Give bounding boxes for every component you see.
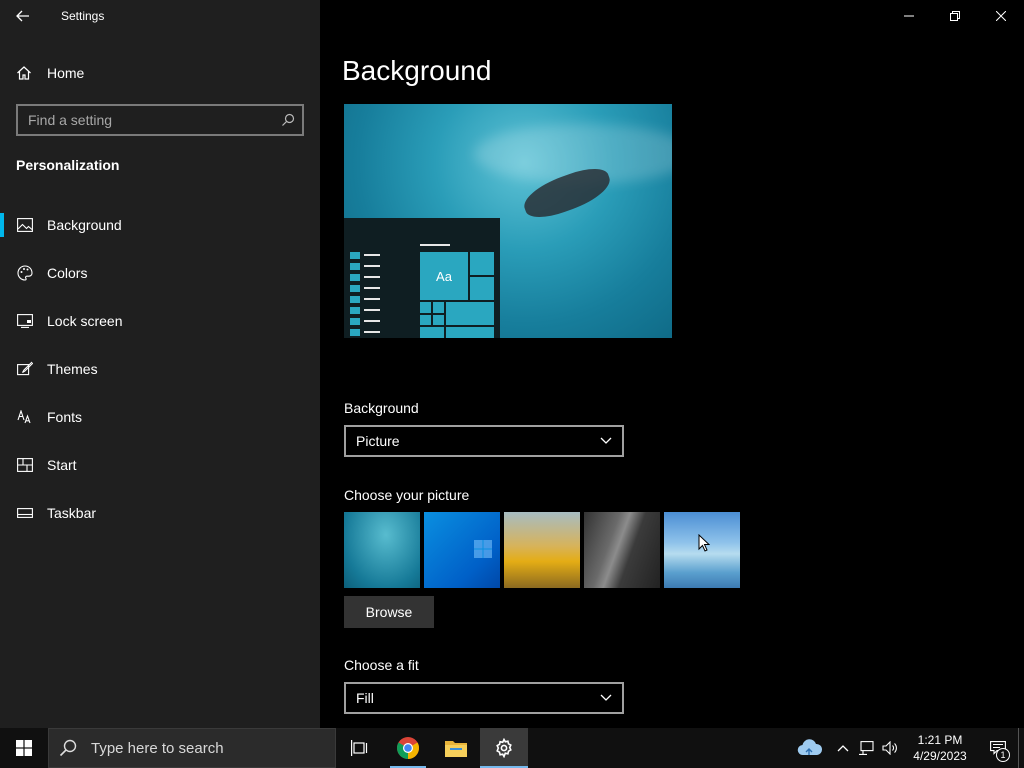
background-type-dropdown[interactable]: Picture	[344, 425, 624, 457]
taskbar-icon	[16, 504, 34, 522]
title-bar: Settings	[0, 0, 320, 32]
taskbar-clock[interactable]: 1:21 PM 4/29/2023	[902, 728, 978, 768]
sidebar-item-colors[interactable]: Colors	[0, 249, 320, 297]
network-icon	[859, 741, 874, 755]
sidebar-item-themes[interactable]: Themes	[0, 345, 320, 393]
speaker-icon	[882, 741, 897, 755]
close-icon	[996, 11, 1006, 21]
file-explorer-taskbar-button[interactable]	[432, 728, 480, 768]
lock-screen-icon	[16, 312, 34, 330]
sidebar-item-label: Taskbar	[47, 505, 97, 521]
find-setting-search-box[interactable]	[16, 104, 304, 136]
sidebar-item-label: Fonts	[47, 409, 83, 425]
fit-value: Fill	[356, 690, 374, 706]
start-button[interactable]	[0, 728, 48, 768]
minimize-button[interactable]	[886, 0, 932, 32]
mouse-cursor-icon	[698, 534, 710, 552]
picture-thumbnail-windows-blue[interactable]	[424, 512, 500, 588]
restore-button[interactable]	[932, 0, 978, 32]
search-icon	[59, 739, 77, 757]
search-icon[interactable]	[274, 106, 302, 134]
back-arrow-icon	[16, 10, 29, 22]
choose-fit-label: Choose a fit	[344, 657, 419, 673]
windows-logo-icon	[474, 540, 492, 558]
sidebar-item-label: Lock screen	[47, 313, 123, 329]
sidebar-item-label: Start	[47, 457, 77, 473]
chevron-down-icon	[600, 437, 612, 444]
volume-button[interactable]	[878, 728, 902, 768]
page-title: Background	[342, 55, 492, 86]
font-icon	[16, 408, 34, 426]
sidebar-item-label: Background	[47, 217, 122, 233]
sidebar-item-label: Colors	[47, 265, 88, 281]
palette-icon	[16, 264, 34, 282]
home-nav-item[interactable]: Home	[0, 57, 320, 89]
brush-icon	[16, 360, 34, 378]
task-view-button[interactable]	[336, 728, 384, 768]
sidebar-item-fonts[interactable]: Fonts	[0, 393, 320, 441]
folder-icon	[445, 741, 467, 757]
background-type-value: Picture	[356, 433, 400, 449]
home-icon	[17, 66, 31, 80]
picture-thumbnails	[344, 512, 740, 588]
show-hidden-icons-button[interactable]	[832, 728, 854, 768]
onedrive-button[interactable]	[788, 728, 832, 768]
sidebar-item-background[interactable]: Background	[0, 201, 320, 249]
find-setting-input[interactable]	[18, 112, 274, 128]
personalization-nav: Background Colors Lock screen Themes Fon…	[0, 201, 320, 537]
background-preview: Aa	[344, 104, 672, 338]
sidebar-item-taskbar[interactable]: Taskbar	[0, 489, 320, 537]
start-icon	[16, 456, 34, 474]
fit-dropdown[interactable]: Fill	[344, 682, 624, 714]
background-type-label: Background	[344, 400, 419, 416]
system-tray: 1:21 PM 4/29/2023 1	[788, 728, 1024, 768]
taskbar: Type here to search 1:21 PM 4/29/2023 1	[0, 728, 1024, 768]
taskbar-search-box[interactable]: Type here to search	[48, 728, 336, 768]
choose-picture-label: Choose your picture	[344, 487, 470, 503]
clock-time: 1:21 PM	[917, 733, 963, 747]
chevron-down-icon	[600, 694, 612, 701]
picture-thumbnail-yellow-car[interactable]	[504, 512, 580, 588]
sidebar: Settings Home Personalization Background…	[0, 0, 320, 728]
task-view-icon	[351, 740, 368, 756]
preview-tile-aa: Aa	[420, 252, 468, 300]
windows-logo-icon	[16, 740, 32, 756]
browse-button[interactable]: Browse	[344, 596, 434, 628]
settings-taskbar-button[interactable]	[480, 728, 528, 768]
minimize-icon	[904, 15, 914, 17]
picture-thumbnail-rock-cliff[interactable]	[584, 512, 660, 588]
picture-icon	[16, 216, 34, 234]
sidebar-item-lock-screen[interactable]: Lock screen	[0, 297, 320, 345]
clock-date: 4/29/2023	[913, 749, 967, 763]
main-content: Background Aa Background Picture Choose …	[320, 0, 1024, 728]
sidebar-item-start[interactable]: Start	[0, 441, 320, 489]
cloud-sync-icon	[797, 739, 823, 756]
network-button[interactable]	[854, 728, 878, 768]
taskbar-search-placeholder: Type here to search	[91, 739, 224, 757]
close-button[interactable]	[978, 0, 1024, 32]
action-center-button[interactable]: 1	[978, 728, 1018, 768]
chevron-up-icon	[837, 745, 849, 752]
picture-thumbnail-underwater[interactable]	[344, 512, 420, 588]
app-title: Settings	[61, 9, 105, 23]
chrome-icon	[397, 737, 419, 759]
chrome-taskbar-button[interactable]	[384, 728, 432, 768]
preview-tiles: Aa	[420, 252, 494, 338]
preview-header-line	[420, 244, 450, 246]
notification-count-badge: 1	[996, 748, 1010, 762]
sidebar-item-label: Themes	[47, 361, 98, 377]
window-controls	[886, 0, 1024, 32]
restore-icon	[950, 11, 960, 21]
home-label: Home	[47, 65, 85, 81]
back-button[interactable]	[0, 0, 46, 32]
section-title: Personalization	[16, 157, 120, 173]
gear-icon	[496, 738, 512, 758]
show-desktop-button[interactable]	[1018, 728, 1024, 768]
